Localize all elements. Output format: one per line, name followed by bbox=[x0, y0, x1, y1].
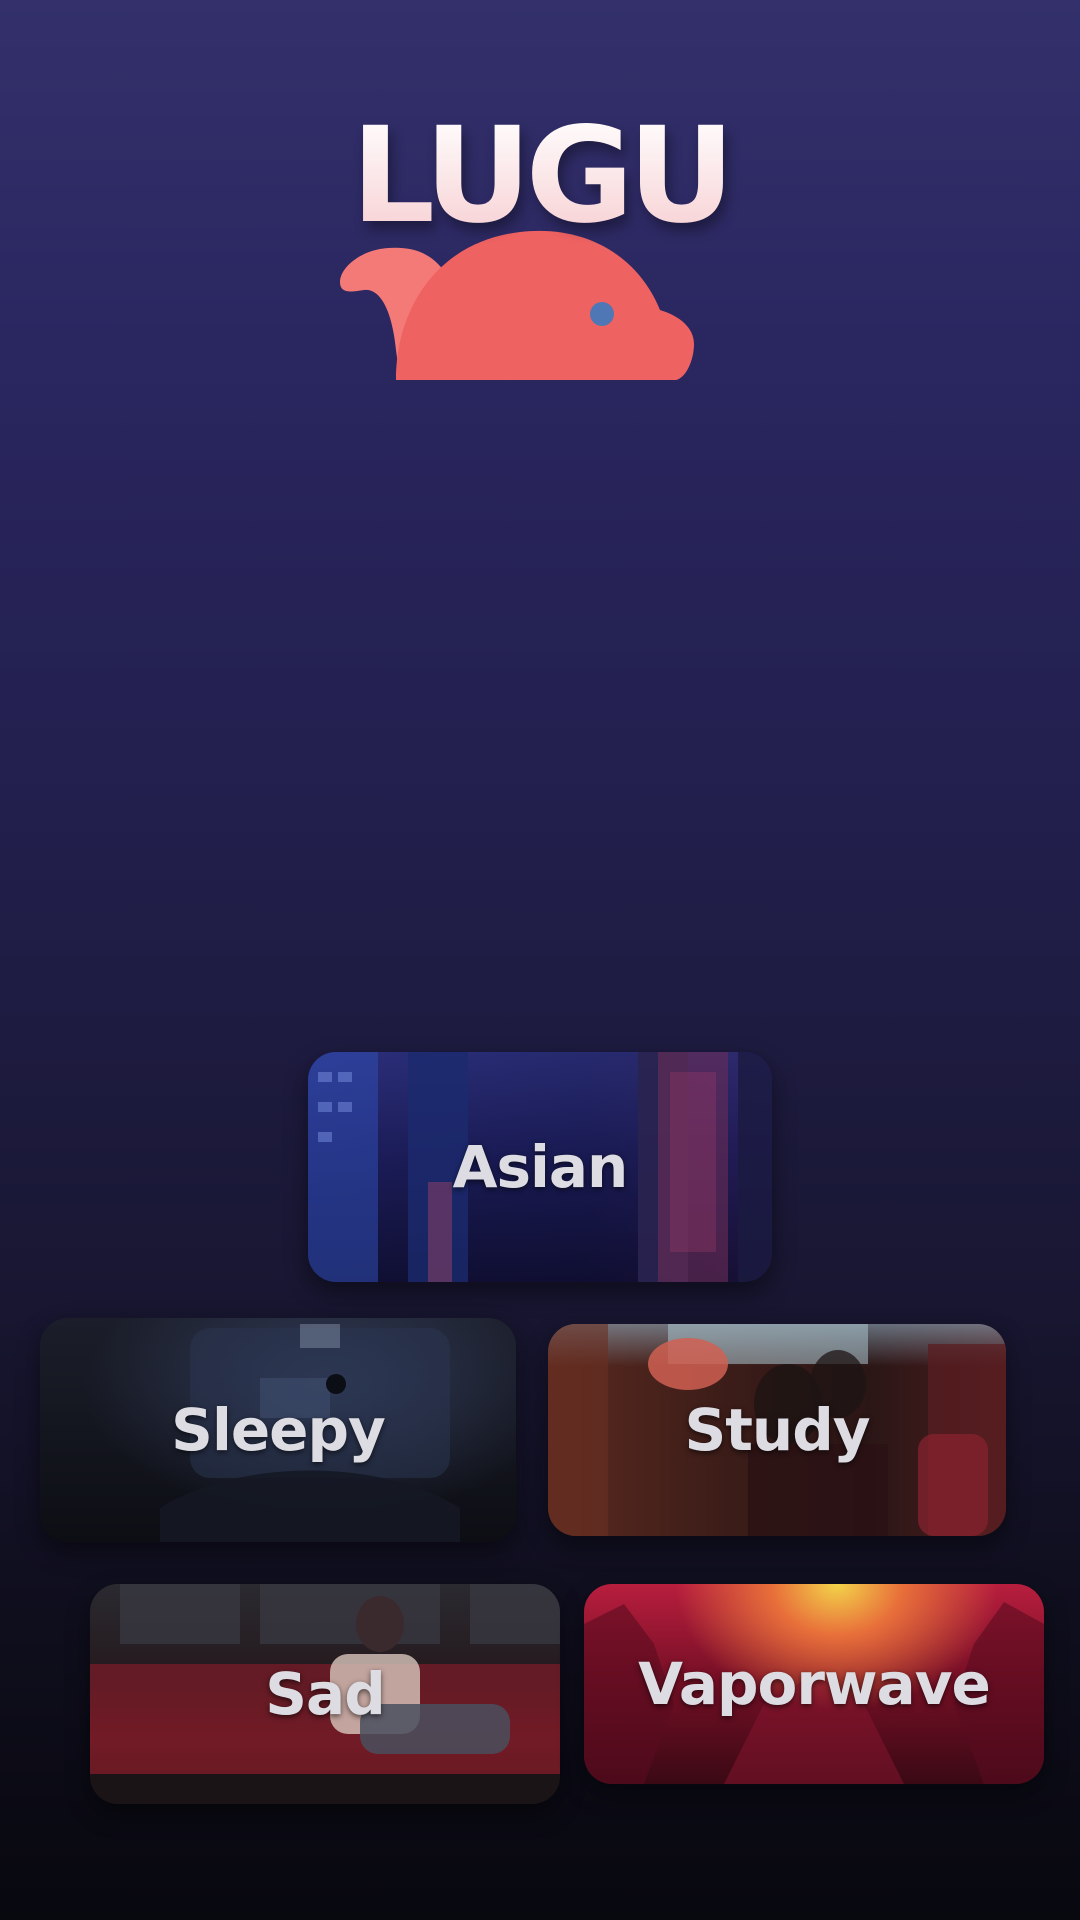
mood-label-sad: Sad bbox=[265, 1660, 385, 1728]
mood-card-sad[interactable]: Sad bbox=[90, 1584, 560, 1804]
mood-label-sleepy: Sleepy bbox=[171, 1396, 386, 1464]
mood-card-sleepy[interactable]: Sleepy bbox=[40, 1318, 516, 1542]
logo-wordmark: LUGU bbox=[340, 110, 740, 242]
mood-label-asian: Asian bbox=[452, 1133, 629, 1201]
mood-label-vaporwave: Vaporwave bbox=[638, 1650, 991, 1718]
mood-card-study[interactable]: Study bbox=[548, 1324, 1006, 1536]
mood-label-study: Study bbox=[684, 1396, 870, 1464]
app-logo: LUGU bbox=[340, 110, 740, 400]
mood-card-asian[interactable]: Asian bbox=[308, 1052, 772, 1282]
mood-card-vaporwave[interactable]: Vaporwave bbox=[584, 1584, 1044, 1784]
